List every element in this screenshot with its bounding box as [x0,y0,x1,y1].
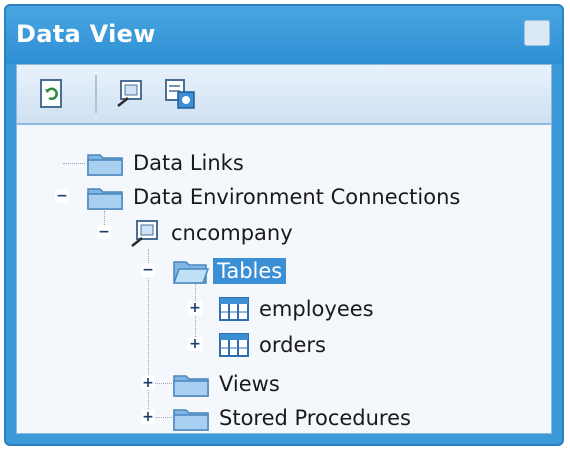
expand-toggle[interactable]: + [188,300,202,316]
expand-toggle[interactable]: + [141,409,155,425]
folder-icon [173,405,209,431]
folder-icon [87,184,123,210]
tree-item-orders[interactable]: orders [219,328,326,362]
tree-item-data-environment-connections[interactable]: Data Environment Connections [87,180,460,214]
collapse-toggle[interactable]: − [55,188,69,204]
tree-item-data-links[interactable]: Data Links [87,146,244,180]
tree-item-label: employees [259,297,374,321]
tree-item-employees[interactable]: employees [219,292,374,326]
window-title: Data View [16,20,156,48]
data-view-window: Data View Data Links − Data Environment … [4,4,564,446]
refresh-icon[interactable] [35,77,69,111]
tree-item-label: Data Environment Connections [133,185,461,209]
folder-open-icon [172,258,210,284]
collapse-toggle[interactable]: − [141,262,155,278]
table-icon [219,332,249,358]
tree-item-label: Tables [213,258,287,284]
tree-item-label: Views [219,372,280,396]
tree-item-label: Stored Procedures [219,406,411,430]
toolbar [16,64,552,124]
expand-toggle[interactable]: + [141,375,155,391]
expand-toggle[interactable]: + [188,336,202,352]
tree-item-label: orders [259,333,326,357]
collapse-toggle[interactable]: − [97,224,111,240]
properties-icon[interactable] [163,77,197,111]
title-bar[interactable]: Data View [6,6,562,64]
tree-item-cncompany[interactable]: cncompany [129,216,293,250]
close-button[interactable] [524,20,550,46]
folder-icon [87,150,123,176]
connection-icon [129,220,161,247]
tree-item-tables[interactable]: Tables [172,254,287,288]
tree-line [63,163,85,164]
tree-item-label: Data Links [133,151,244,175]
toolbar-separator [95,75,97,113]
data-view-tree: Data Links − Data Environment Connection… [16,124,552,434]
tree-item-stored-procedures[interactable]: Stored Procedures [173,401,411,435]
tree-item-views[interactable]: Views [173,367,280,401]
tree-item-label: cncompany [171,221,293,245]
folder-icon [173,371,209,397]
table-icon [219,296,249,322]
connection-icon[interactable] [113,77,147,111]
